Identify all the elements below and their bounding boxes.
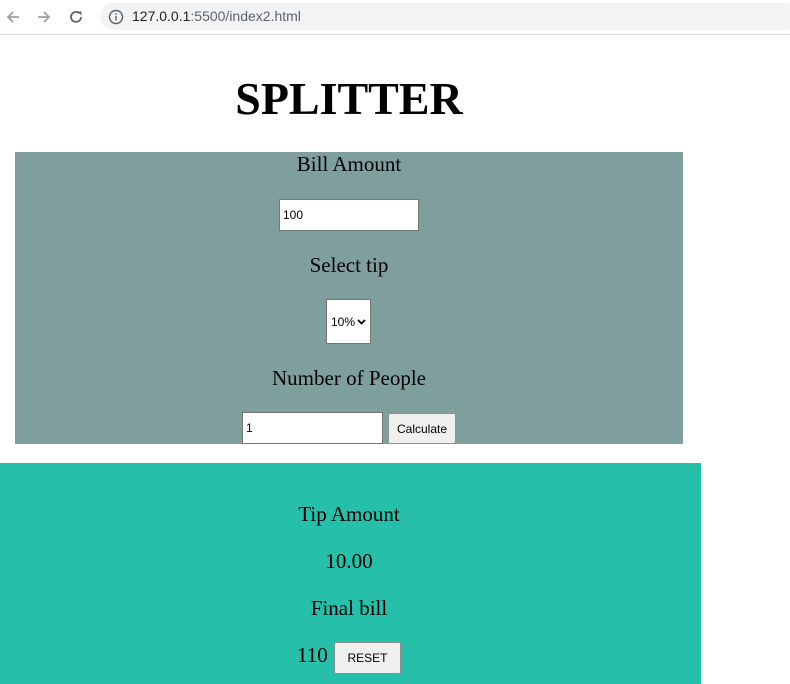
calculate-button[interactable]: Calculate — [388, 413, 456, 444]
page-title: SPLITTER — [235, 73, 463, 124]
select-tip-label: Select tip — [309, 253, 389, 277]
url-path: :5500/index2.html — [190, 8, 301, 24]
reset-button[interactable]: RESET — [334, 642, 401, 674]
address-bar[interactable]: 127.0.0.1:5500/index2.html — [100, 3, 790, 30]
tip-select[interactable]: 10% — [326, 299, 371, 344]
url-text: 127.0.0.1:5500/index2.html — [132, 8, 301, 24]
input-panel: Bill Amount Select tip 10% Number of Peo… — [15, 152, 683, 444]
back-button[interactable] — [1, 5, 25, 29]
final-bill-value: 110 — [297, 643, 328, 667]
arrow-right-icon — [38, 11, 51, 23]
final-bill-label: Final bill — [310, 596, 388, 620]
bill-amount-input[interactable] — [279, 199, 419, 231]
tip-amount-value: 10.00 — [325, 549, 373, 573]
reload-icon — [70, 11, 82, 23]
result-panel: Tip Amount 10.00 Final bill 110 RESET — [0, 463, 701, 684]
info-icon[interactable] — [108, 9, 124, 25]
reload-button[interactable] — [64, 5, 88, 29]
forward-button[interactable] — [32, 5, 56, 29]
tip-selected-value: 10% — [331, 314, 356, 329]
url-host: 127.0.0.1 — [132, 8, 191, 24]
arrow-left-icon — [6, 11, 19, 23]
number-of-people-label: Number of People — [272, 366, 426, 390]
bill-amount-label: Bill Amount — [296, 152, 402, 176]
people-input[interactable] — [242, 412, 383, 444]
chevron-down-icon — [357, 318, 366, 325]
browser-toolbar: 127.0.0.1:5500/index2.html — [0, 0, 790, 35]
tip-amount-label: Tip Amount — [298, 502, 400, 526]
